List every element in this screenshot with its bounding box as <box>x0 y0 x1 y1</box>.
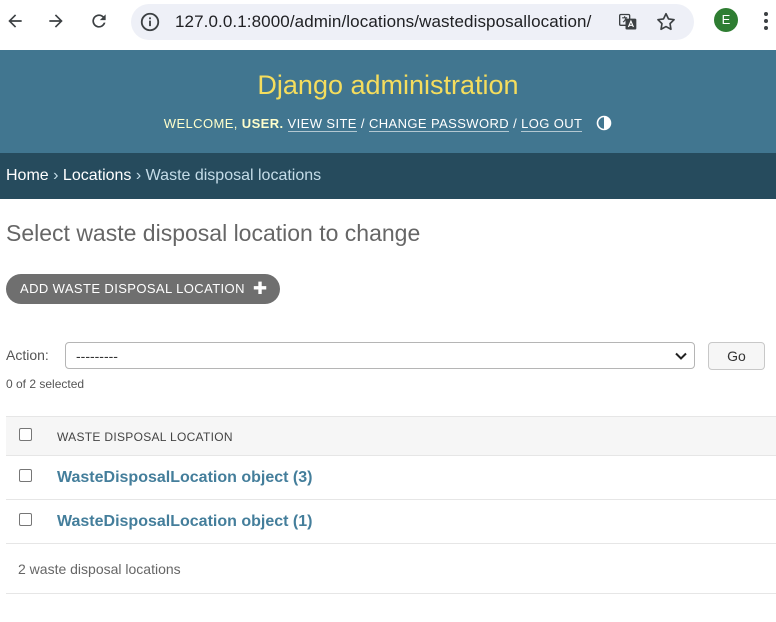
select-all-checkbox[interactable] <box>19 428 32 441</box>
result-count: 2 waste disposal locations <box>18 561 181 577</box>
table-header: WASTE DISPOSAL LOCATION <box>6 416 776 456</box>
site-branding[interactable]: Django administration <box>0 70 776 101</box>
user-tools: WELCOME, USER. VIEW SITE / CHANGE PASSWO… <box>0 115 776 132</box>
row-checkbox[interactable] <box>19 513 32 526</box>
selection-counter: 0 of 2 selected <box>6 377 85 391</box>
translate-icon[interactable] <box>618 12 638 32</box>
table-row: WasteDisposalLocation object (3) <box>6 456 776 500</box>
add-button-label: ADD WASTE DISPOSAL LOCATION <box>20 281 245 296</box>
view-site-link[interactable]: VIEW SITE <box>287 116 357 132</box>
chevron-down-icon <box>675 352 687 360</box>
kebab-menu-icon[interactable] <box>760 9 772 33</box>
page-title: Select waste disposal location to change <box>6 220 421 246</box>
column-header-waste-disposal-location[interactable]: WASTE DISPOSAL LOCATION <box>57 430 233 444</box>
browser-toolbar: 127.0.0.1:8000/admin/locations/wastedisp… <box>0 0 776 50</box>
breadcrumb-separator: › <box>135 167 142 184</box>
welcome-text: WELCOME, <box>163 116 238 131</box>
url-text[interactable]: 127.0.0.1:8000/admin/locations/wastedisp… <box>175 4 591 40</box>
breadcrumb: Home › Locations › Waste disposal locati… <box>0 153 776 199</box>
plus-icon: ✚ <box>252 279 268 298</box>
row-link[interactable]: WasteDisposalLocation object (1) <box>57 513 312 531</box>
paginator: 2 waste disposal locations <box>6 544 776 594</box>
user-tools-separator: / <box>513 116 518 131</box>
add-waste-disposal-location-button[interactable]: ADD WASTE DISPOSAL LOCATION ✚ <box>6 274 280 304</box>
action-select-value: --------- <box>76 348 118 364</box>
table-row: WasteDisposalLocation object (1) <box>6 500 776 544</box>
forward-arrow-icon[interactable] <box>42 7 70 35</box>
profile-avatar[interactable]: E <box>714 8 738 32</box>
bookmark-star-icon[interactable] <box>655 11 677 33</box>
breadcrumb-current: Waste disposal locations <box>145 167 322 184</box>
reload-icon[interactable] <box>85 7 113 35</box>
back-arrow-icon[interactable] <box>1 7 29 35</box>
change-password-link[interactable]: CHANGE PASSWORD <box>368 116 510 132</box>
breadcrumb-separator: › <box>53 167 59 184</box>
address-bar[interactable]: 127.0.0.1:8000/admin/locations/wastedisp… <box>131 4 694 40</box>
username: USER. <box>241 116 284 131</box>
row-checkbox[interactable] <box>19 469 32 482</box>
admin-header: Django administration WELCOME, USER. VIE… <box>0 50 776 153</box>
row-link[interactable]: WasteDisposalLocation object (3) <box>57 469 312 487</box>
breadcrumb-locations[interactable]: Locations <box>63 167 132 184</box>
theme-toggle-icon[interactable] <box>596 115 612 131</box>
action-label: Action: <box>6 347 49 363</box>
user-tools-separator: / <box>360 116 365 131</box>
site-info-icon[interactable] <box>139 11 161 33</box>
action-select[interactable]: --------- <box>65 342 695 369</box>
log-out-link[interactable]: LOG OUT <box>521 116 583 132</box>
go-button[interactable]: Go <box>708 342 765 370</box>
breadcrumb-home[interactable]: Home <box>6 167 49 184</box>
